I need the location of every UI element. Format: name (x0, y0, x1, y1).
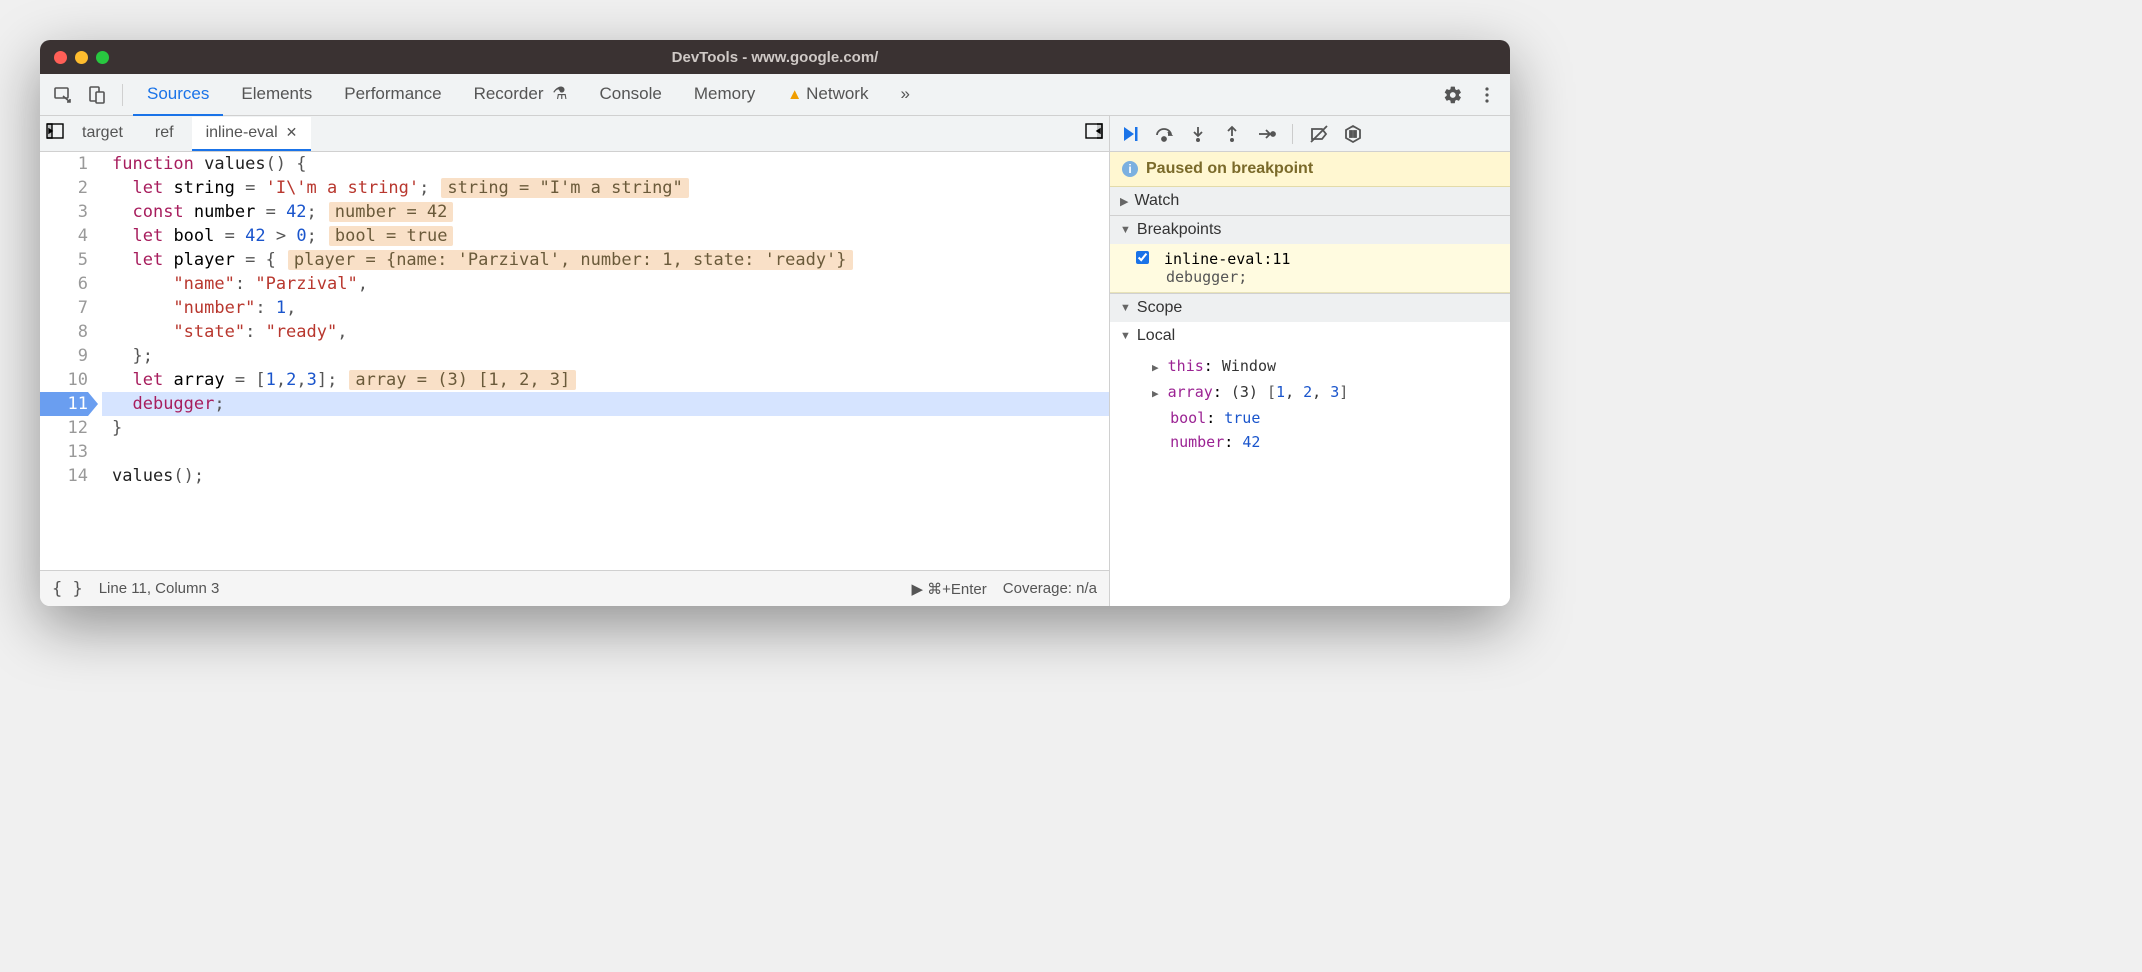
line-number[interactable]: 11 (40, 392, 88, 416)
breakpoint-checkbox[interactable] (1136, 251, 1149, 264)
code-line[interactable]: let player = {player = {name: 'Parzival'… (112, 248, 1109, 272)
device-toggle-icon[interactable] (82, 80, 112, 110)
editor-statusbar: { } Line 11, Column 3 ▶ ⌘+Enter Coverage… (40, 570, 1109, 606)
code-line[interactable] (112, 440, 1109, 464)
file-tab-ref[interactable]: ref (141, 117, 188, 151)
line-number[interactable]: 3 (40, 200, 88, 224)
line-number[interactable]: 14 (40, 464, 88, 488)
inline-value-hint: number = 42 (329, 202, 454, 222)
watch-section: ▶Watch (1110, 187, 1510, 216)
panel-tab-memory[interactable]: Memory (680, 74, 769, 116)
inline-value-hint: string = "I'm a string" (441, 178, 688, 198)
close-icon[interactable]: ✕ (286, 124, 298, 141)
inspect-icon[interactable] (48, 80, 78, 110)
line-number[interactable]: 4 (40, 224, 88, 248)
chevron-right-icon: ▶ (1152, 387, 1159, 400)
scope-entry[interactable]: number: 42 (1122, 430, 1510, 454)
line-number[interactable]: 7 (40, 296, 88, 320)
devtools-window: DevTools - www.google.com/ SourcesElemen… (40, 40, 1510, 606)
code-line[interactable]: }; (112, 344, 1109, 368)
breakpoints-header[interactable]: ▼Breakpoints (1110, 216, 1510, 244)
navigator-toggle-icon[interactable] (46, 122, 64, 145)
sources-panel: targetrefinline-eval✕ 123456789101112131… (40, 116, 1110, 606)
line-number[interactable]: 1 (40, 152, 88, 176)
debugger-sidebar: i Paused on breakpoint ▶Watch ▼Breakpoin… (1110, 116, 1510, 606)
code-line[interactable]: const number = 42;number = 42 (112, 200, 1109, 224)
breakpoints-section: ▼Breakpoints inline-eval:11debugger; (1110, 216, 1510, 294)
code-line[interactable]: "state": "ready", (112, 320, 1109, 344)
watch-header[interactable]: ▶Watch (1110, 187, 1510, 215)
line-gutter[interactable]: 1234567891011121314 (40, 152, 102, 570)
inline-value-hint: player = {name: 'Parzival', number: 1, s… (288, 250, 853, 270)
breakpoint-snippet: debugger; (1136, 268, 1500, 286)
code-editor[interactable]: 1234567891011121314 function values() { … (40, 152, 1109, 570)
coverage-status: Coverage: n/a (1003, 580, 1097, 597)
scope-header[interactable]: ▼Scope (1110, 294, 1510, 322)
code-line[interactable]: function values() { (112, 152, 1109, 176)
panel-tab-recorder[interactable]: Recorder ⚗ (460, 74, 582, 116)
panel-tab-network[interactable]: ▲Network (773, 74, 882, 116)
resume-button[interactable] (1118, 122, 1142, 146)
scope-entry[interactable]: ▶ this: Window (1122, 354, 1510, 380)
line-number[interactable]: 13 (40, 440, 88, 464)
code-line[interactable]: "name": "Parzival", (112, 272, 1109, 296)
chevron-down-icon: ▼ (1120, 330, 1131, 342)
pretty-print-button[interactable]: { } (52, 579, 83, 599)
step-button[interactable] (1254, 122, 1278, 146)
inline-value-hint: array = (3) [1, 2, 3] (349, 370, 576, 390)
file-tabbar: targetrefinline-eval✕ (40, 116, 1109, 152)
cursor-position: Line 11, Column 3 (99, 580, 220, 597)
panel-tab-console[interactable]: Console (585, 74, 675, 116)
scope-entry[interactable]: ▶ array: (3) [1, 2, 3] (1122, 380, 1510, 406)
deactivate-breakpoints-button[interactable] (1307, 122, 1331, 146)
chevron-down-icon: ▼ (1120, 224, 1131, 236)
chevron-down-icon: ▼ (1120, 302, 1131, 314)
line-number[interactable]: 9 (40, 344, 88, 368)
paused-banner-text: Paused on breakpoint (1146, 160, 1313, 178)
settings-icon[interactable] (1438, 80, 1468, 110)
code-line[interactable]: debugger; (102, 392, 1109, 416)
paused-banner: i Paused on breakpoint (1110, 152, 1510, 187)
scope-local-header[interactable]: ▼Local (1110, 322, 1510, 350)
code-area[interactable]: function values() { let string = 'I\'m a… (102, 152, 1109, 570)
info-icon: i (1122, 161, 1138, 177)
step-into-button[interactable] (1186, 122, 1210, 146)
code-line[interactable]: let string = 'I\'m a string';string = "I… (112, 176, 1109, 200)
file-tab-inline-eval[interactable]: inline-eval✕ (192, 117, 312, 151)
debugger-toolbar (1110, 116, 1510, 152)
code-line[interactable]: let bool = 42 > 0;bool = true (112, 224, 1109, 248)
panel-tab-elements[interactable]: Elements (227, 74, 326, 116)
line-number[interactable]: 6 (40, 272, 88, 296)
inline-value-hint: bool = true (329, 226, 454, 246)
line-number[interactable]: 8 (40, 320, 88, 344)
window-title: DevTools - www.google.com/ (40, 49, 1510, 66)
debugger-toggle-icon[interactable] (1085, 122, 1103, 145)
line-number[interactable]: 2 (40, 176, 88, 200)
panel-tab-sources[interactable]: Sources (133, 74, 223, 116)
line-number[interactable]: 12 (40, 416, 88, 440)
run-snippet-button[interactable]: ▶ ⌘+Enter (911, 580, 986, 598)
code-line[interactable]: values(); (112, 464, 1109, 488)
titlebar: DevTools - www.google.com/ (40, 40, 1510, 74)
chevron-right-icon: ▶ (1152, 361, 1159, 374)
breakpoint-item[interactable]: inline-eval:11debugger; (1110, 244, 1510, 293)
code-line[interactable]: } (112, 416, 1109, 440)
line-number[interactable]: 10 (40, 368, 88, 392)
panel-tabbar: SourcesElementsPerformanceRecorder ⚗Cons… (40, 74, 1510, 116)
step-out-button[interactable] (1220, 122, 1244, 146)
scope-section: ▼Scope ▼Local ▶ this: Window▶ array: (3)… (1110, 294, 1510, 458)
code-line[interactable]: "number": 1, (112, 296, 1109, 320)
line-number[interactable]: 5 (40, 248, 88, 272)
chevron-right-icon: ▶ (1120, 195, 1128, 208)
pause-on-exceptions-button[interactable] (1341, 122, 1365, 146)
divider (122, 84, 123, 106)
scope-entry[interactable]: bool: true (1122, 406, 1510, 430)
step-over-button[interactable] (1152, 122, 1176, 146)
overflow-tabs-button[interactable]: » (886, 74, 923, 116)
workarea: targetrefinline-eval✕ 123456789101112131… (40, 116, 1510, 606)
panel-tab-performance[interactable]: Performance (330, 74, 455, 116)
code-line[interactable]: let array = [1,2,3];array = (3) [1, 2, 3… (112, 368, 1109, 392)
file-tab-target[interactable]: target (68, 117, 137, 151)
more-icon[interactable] (1472, 80, 1502, 110)
